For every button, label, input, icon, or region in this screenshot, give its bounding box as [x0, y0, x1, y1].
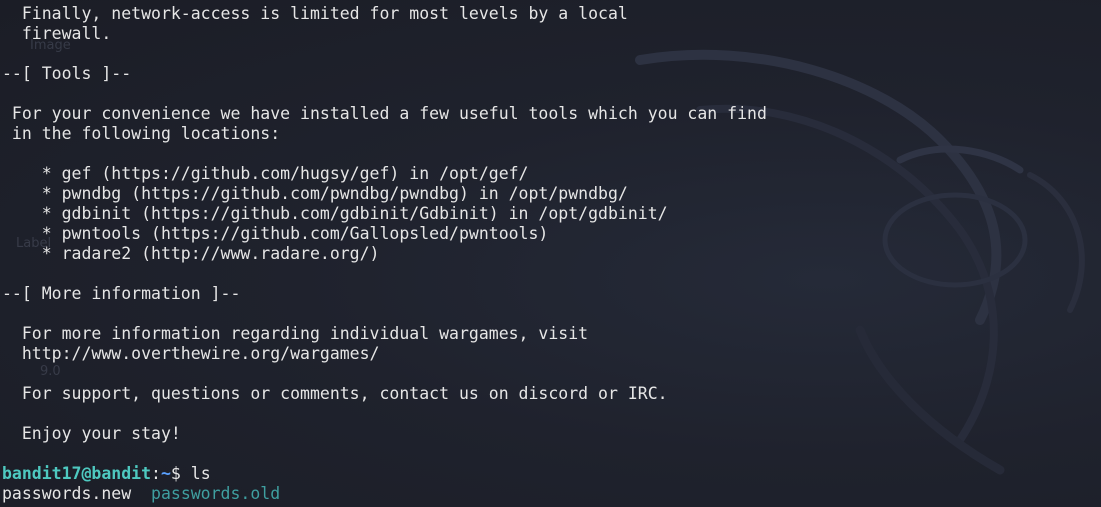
prompt-symbol: $ — [170, 464, 191, 483]
output-line: For more information regarding individua… — [2, 324, 589, 343]
file-passwords-old: passwords.old — [151, 484, 281, 503]
section-header-more-info: --[ More information ]-- — [2, 284, 241, 303]
prompt-colon: : — [151, 464, 161, 483]
tool-list-item: * radare2 (http://www.radare.org/) — [2, 244, 380, 263]
terminal-output: Finally, network-access is limited for m… — [2, 4, 767, 504]
tool-list-item: * pwntools (https://github.com/Gallopsle… — [2, 224, 549, 243]
output-line: For support, questions or comments, cont… — [2, 384, 668, 403]
command-prompt-line[interactable]: bandit17@bandit:~$ ls — [2, 464, 767, 484]
output-line: For your convenience we have installed a… — [2, 104, 767, 123]
prompt-command: ls — [190, 464, 211, 483]
terminal-window[interactable]: Image Label 9.0 Finally, network-access … — [0, 0, 1101, 507]
prompt-path: ~ — [160, 464, 171, 483]
output-line: http://www.overthewire.org/wargames/ — [2, 344, 380, 363]
output-line: Enjoy your stay! — [2, 424, 181, 443]
output-line: firewall. — [2, 24, 112, 43]
tool-list-item: * gef (https://github.com/hugsy/gef) in … — [2, 164, 529, 183]
tool-list-item: * gdbinit (https://github.com/gdbinit/Gd… — [2, 204, 668, 223]
ls-output-line: passwords.new passwords.old — [2, 484, 767, 504]
tool-list-item: * pwndbg (https://github.com/pwndbg/pwnd… — [2, 184, 628, 203]
file-passwords-new: passwords.new — [2, 484, 132, 503]
output-line: in the following locations: — [2, 124, 281, 143]
section-header-tools: --[ Tools ]-- — [2, 64, 132, 83]
output-line: Finally, network-access is limited for m… — [2, 4, 628, 23]
prompt-user-host: bandit17@bandit — [2, 464, 152, 483]
